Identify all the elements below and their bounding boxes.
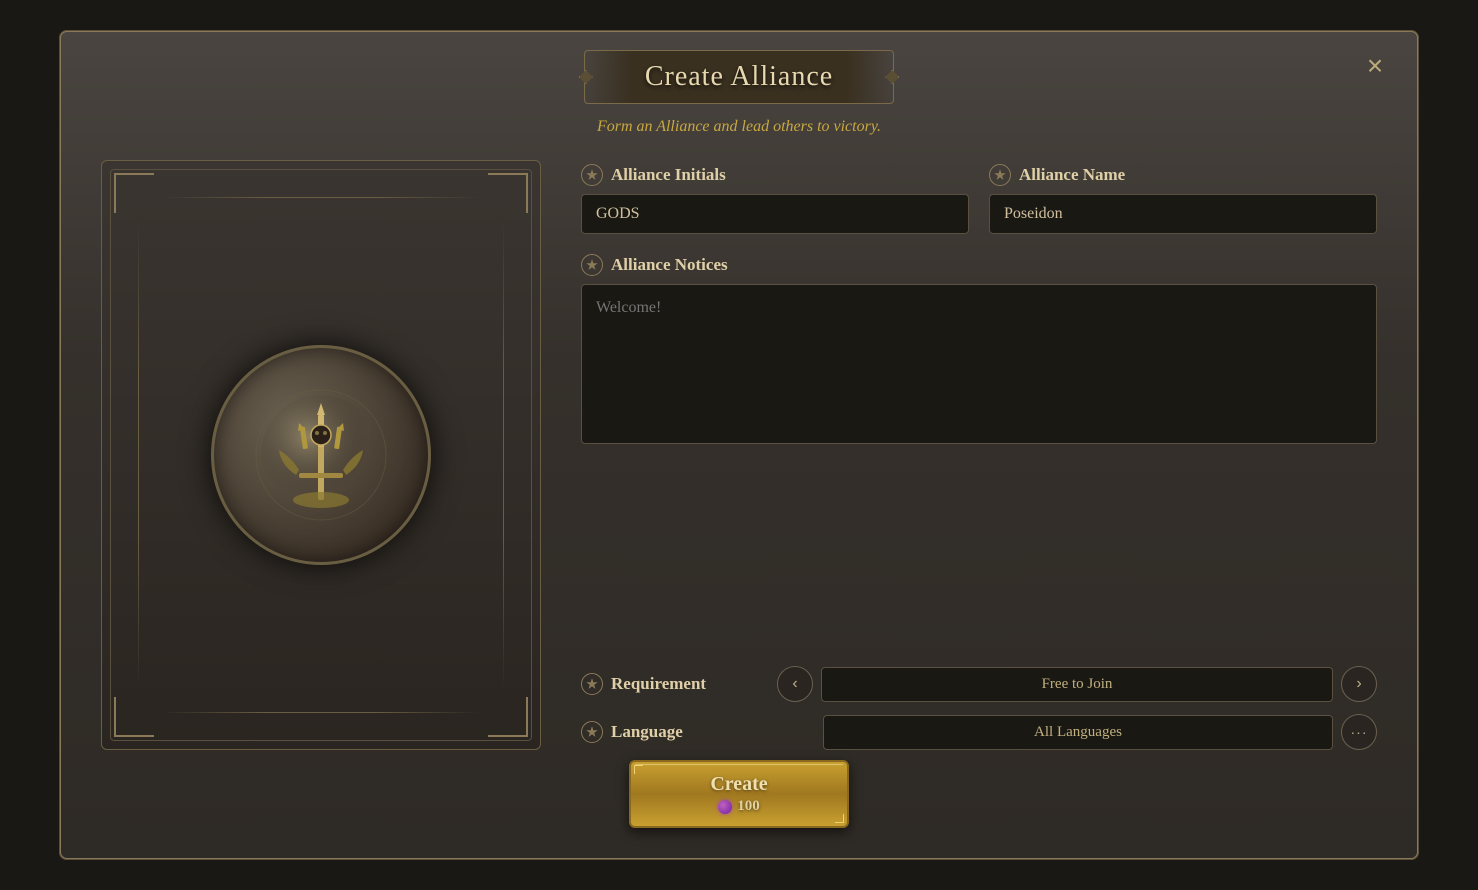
modal-header: Create Alliance Form an Alliance and lea… xyxy=(101,32,1377,136)
initials-label-icon xyxy=(581,164,603,186)
requirement-label: Requirement xyxy=(611,674,706,694)
modal-title: Create Alliance xyxy=(645,61,833,92)
overlay: × Create Alliance Form an Alliance and l… xyxy=(0,0,1478,890)
language-label-wrap: Language xyxy=(581,721,761,743)
form-panel: Alliance Initials Alliance Name xyxy=(581,160,1377,750)
language-row: Language All Languages ··· xyxy=(581,714,1377,750)
create-button-cost-value: 100 xyxy=(737,798,760,815)
name-label-icon xyxy=(989,164,1011,186)
alliance-notices-group: Alliance Notices xyxy=(581,254,1377,646)
alliance-initials-label: Alliance Initials xyxy=(581,164,969,186)
initials-name-row: Alliance Initials Alliance Name xyxy=(581,164,1377,234)
vert-line-right xyxy=(503,221,504,689)
alliance-badge[interactable] xyxy=(211,345,431,565)
title-bar: Create Alliance xyxy=(584,50,894,104)
create-button[interactable]: Create 100 xyxy=(629,760,849,828)
corner-decor-tr xyxy=(488,173,528,213)
alliance-notices-textarea[interactable] xyxy=(581,284,1377,444)
requirement-value: Free to Join xyxy=(821,667,1333,702)
notices-label-icon xyxy=(581,254,603,276)
alliance-notices-label: Alliance Notices xyxy=(581,254,1377,276)
language-value-wrap: All Languages ··· xyxy=(777,714,1377,750)
badge-svg xyxy=(251,385,391,525)
language-value: All Languages xyxy=(823,715,1333,750)
next-arrow-icon: › xyxy=(1356,675,1361,693)
vert-line-left xyxy=(138,221,139,689)
language-label: Language xyxy=(611,722,683,742)
corner-decor-tl xyxy=(114,173,154,213)
modal-body: Alliance Initials Alliance Name xyxy=(101,160,1377,750)
alliance-badge-panel xyxy=(101,160,541,750)
create-button-label: Create xyxy=(710,773,767,796)
prev-arrow-icon: ‹ xyxy=(792,675,797,693)
requirement-row: Requirement ‹ Free to Join › xyxy=(581,666,1377,702)
modal-subtitle: Form an Alliance and lead others to vict… xyxy=(597,118,881,136)
create-button-cost: 100 xyxy=(718,798,760,815)
corner-decor-bl xyxy=(114,697,154,737)
requirement-value-wrap: ‹ Free to Join › xyxy=(777,666,1377,702)
horiz-line-bottom xyxy=(162,712,480,713)
alliance-name-input[interactable] xyxy=(989,194,1377,234)
requirement-next-button[interactable]: › xyxy=(1341,666,1377,702)
corner-decor-br xyxy=(488,697,528,737)
requirement-label-icon xyxy=(581,673,603,695)
language-more-button[interactable]: ··· xyxy=(1341,714,1377,750)
alliance-initials-group: Alliance Initials xyxy=(581,164,969,234)
language-label-icon xyxy=(581,721,603,743)
close-button[interactable]: × xyxy=(1357,48,1393,84)
alliance-name-group: Alliance Name xyxy=(989,164,1377,234)
modal-container: × Create Alliance Form an Alliance and l… xyxy=(59,30,1419,860)
horiz-line-top xyxy=(162,197,480,198)
requirement-prev-button[interactable]: ‹ xyxy=(777,666,813,702)
create-button-wrap: Create 100 xyxy=(629,760,849,828)
options-wrap: Requirement ‹ Free to Join › xyxy=(581,666,1377,750)
gem-icon xyxy=(718,800,732,814)
alliance-name-label: Alliance Name xyxy=(989,164,1377,186)
alliance-initials-input[interactable] xyxy=(581,194,969,234)
dots-icon: ··· xyxy=(1351,724,1368,740)
requirement-label-wrap: Requirement xyxy=(581,673,761,695)
